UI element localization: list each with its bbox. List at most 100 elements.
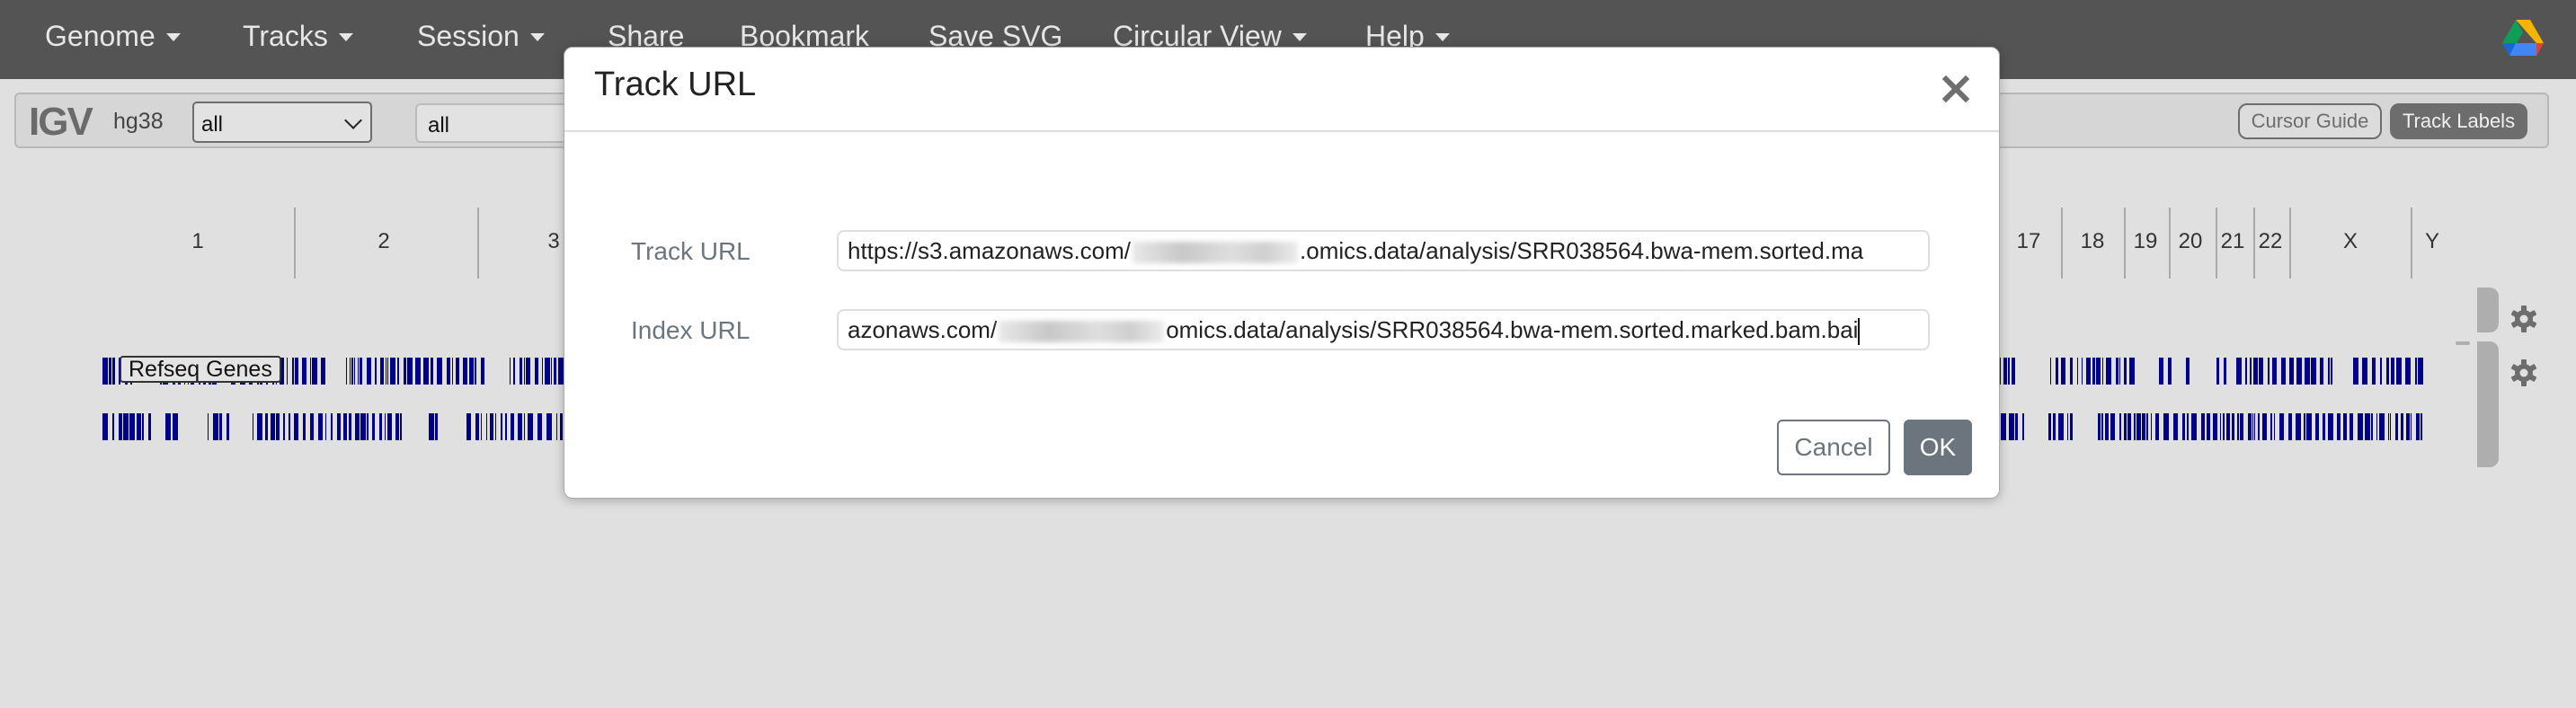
gene-feature[interactable] bbox=[351, 358, 353, 385]
gene-feature[interactable] bbox=[2391, 358, 2394, 385]
gene-feature[interactable] bbox=[2320, 358, 2323, 385]
ruler-chr-label[interactable]: 17 bbox=[2017, 229, 2041, 254]
gene-feature[interactable] bbox=[213, 413, 218, 440]
menu-session[interactable]: Session bbox=[417, 20, 545, 53]
gene-feature[interactable] bbox=[526, 358, 530, 385]
gene-feature[interactable] bbox=[2191, 413, 2197, 440]
gene-feature[interactable] bbox=[456, 358, 459, 385]
gene-feature[interactable] bbox=[2236, 358, 2242, 385]
track-url-input[interactable]: https://s3.amazonaws.com/.omics.data/ana… bbox=[837, 230, 1930, 271]
gene-feature[interactable] bbox=[2245, 358, 2247, 385]
gene-feature[interactable] bbox=[2304, 413, 2305, 440]
gene-feature[interactable] bbox=[2306, 413, 2312, 440]
gene-feature[interactable] bbox=[551, 358, 552, 385]
gene-feature[interactable] bbox=[337, 413, 341, 440]
gene-feature[interactable] bbox=[283, 413, 285, 440]
gene-feature[interactable] bbox=[407, 358, 413, 385]
gene-feature[interactable] bbox=[318, 413, 323, 440]
gene-feature[interactable] bbox=[123, 413, 129, 440]
gene-feature[interactable] bbox=[2248, 413, 2252, 440]
gene-feature[interactable] bbox=[385, 413, 386, 440]
gene-feature[interactable] bbox=[2328, 413, 2333, 440]
gene-feature[interactable] bbox=[349, 413, 351, 440]
gene-feature[interactable] bbox=[2224, 358, 2226, 385]
gene-feature[interactable] bbox=[387, 358, 388, 385]
gene-feature[interactable] bbox=[475, 358, 476, 385]
gene-feature[interactable] bbox=[102, 358, 108, 385]
gene-feature[interactable] bbox=[346, 358, 347, 385]
gene-feature[interactable] bbox=[387, 413, 392, 440]
gene-feature[interactable] bbox=[2048, 413, 2051, 440]
ruler-chr-label[interactable]: 19 bbox=[2134, 229, 2158, 254]
gene-feature[interactable] bbox=[2077, 358, 2078, 385]
gene-feature[interactable] bbox=[469, 358, 474, 385]
gene-feature[interactable] bbox=[400, 413, 402, 440]
ruler-chr-label[interactable]: 22 bbox=[2259, 229, 2283, 254]
gene-feature[interactable] bbox=[2216, 358, 2219, 385]
gene-feature[interactable] bbox=[2272, 358, 2277, 385]
gene-feature[interactable] bbox=[310, 413, 314, 440]
gene-feature[interactable] bbox=[524, 413, 525, 440]
gene-feature[interactable] bbox=[542, 358, 543, 385]
ruler-chr-label[interactable]: 20 bbox=[2179, 229, 2203, 254]
gene-feature[interactable] bbox=[294, 413, 298, 440]
gene-feature[interactable] bbox=[528, 413, 533, 440]
gene-feature[interactable] bbox=[2187, 413, 2189, 440]
gene-feature[interactable] bbox=[2009, 413, 2014, 440]
gene-feature[interactable] bbox=[437, 358, 442, 385]
gene-feature[interactable] bbox=[343, 413, 347, 440]
gene-feature[interactable] bbox=[2386, 358, 2389, 385]
gene-feature[interactable] bbox=[518, 413, 522, 440]
gene-feature[interactable] bbox=[435, 413, 438, 440]
gene-feature[interactable] bbox=[2220, 413, 2221, 440]
gene-feature[interactable] bbox=[2182, 413, 2185, 440]
gene-feature[interactable] bbox=[208, 413, 209, 440]
gene-feature[interactable] bbox=[2262, 413, 2267, 440]
gene-feature[interactable] bbox=[447, 358, 450, 385]
gene-feature[interactable] bbox=[102, 413, 108, 440]
gene-feature[interactable] bbox=[2288, 413, 2292, 440]
gene-feature[interactable] bbox=[2349, 413, 2353, 440]
gene-feature[interactable] bbox=[2237, 413, 2239, 440]
index-url-input[interactable]: azonaws.com/omics.data/analysis/SRR03856… bbox=[837, 309, 1930, 350]
gear-icon[interactable] bbox=[2509, 358, 2538, 387]
menu-tracks[interactable]: Tracks bbox=[243, 20, 353, 53]
gene-feature[interactable] bbox=[2003, 358, 2007, 385]
gene-feature[interactable] bbox=[2105, 413, 2109, 440]
gene-feature[interactable] bbox=[312, 358, 317, 385]
gene-feature[interactable] bbox=[2086, 358, 2091, 385]
gene-feature[interactable] bbox=[2254, 413, 2255, 440]
gene-feature[interactable] bbox=[2096, 358, 2101, 385]
gene-feature[interactable] bbox=[2056, 358, 2058, 385]
gene-feature[interactable] bbox=[289, 413, 290, 440]
gene-feature[interactable] bbox=[2207, 413, 2210, 440]
gene-feature[interactable] bbox=[2259, 358, 2263, 385]
gene-feature[interactable] bbox=[2015, 413, 2018, 440]
gene-feature[interactable] bbox=[358, 358, 359, 385]
gene-feature[interactable] bbox=[390, 358, 395, 385]
gene-feature[interactable] bbox=[423, 358, 429, 385]
gene-feature[interactable] bbox=[2159, 358, 2163, 385]
gene-feature[interactable] bbox=[452, 358, 453, 385]
gene-feature[interactable] bbox=[2127, 413, 2131, 440]
ruler-chr-label[interactable]: 18 bbox=[2081, 229, 2105, 254]
gene-feature[interactable] bbox=[2050, 358, 2051, 385]
gene-feature[interactable] bbox=[2376, 413, 2377, 440]
google-drive-icon[interactable] bbox=[2502, 20, 2544, 58]
track-drag-handle[interactable] bbox=[2477, 341, 2499, 467]
gene-feature[interactable] bbox=[2372, 358, 2376, 385]
chromosome-select[interactable]: all bbox=[192, 102, 372, 143]
ruler-chr-label[interactable]: X bbox=[2343, 229, 2358, 254]
gene-feature[interactable] bbox=[2353, 358, 2358, 385]
gene-feature[interactable] bbox=[2082, 358, 2083, 385]
gene-feature[interactable] bbox=[2416, 413, 2420, 440]
ruler-chr-label[interactable]: 1 bbox=[191, 229, 203, 254]
gene-feature[interactable] bbox=[2390, 413, 2391, 440]
gene-feature[interactable] bbox=[2119, 413, 2121, 440]
gene-feature[interactable] bbox=[137, 413, 141, 440]
gene-feature[interactable] bbox=[350, 358, 351, 385]
ok-button[interactable]: OK bbox=[1904, 420, 1972, 475]
gene-feature[interactable] bbox=[375, 358, 377, 385]
gene-feature[interactable] bbox=[2421, 413, 2422, 440]
gene-feature[interactable] bbox=[2092, 358, 2095, 385]
